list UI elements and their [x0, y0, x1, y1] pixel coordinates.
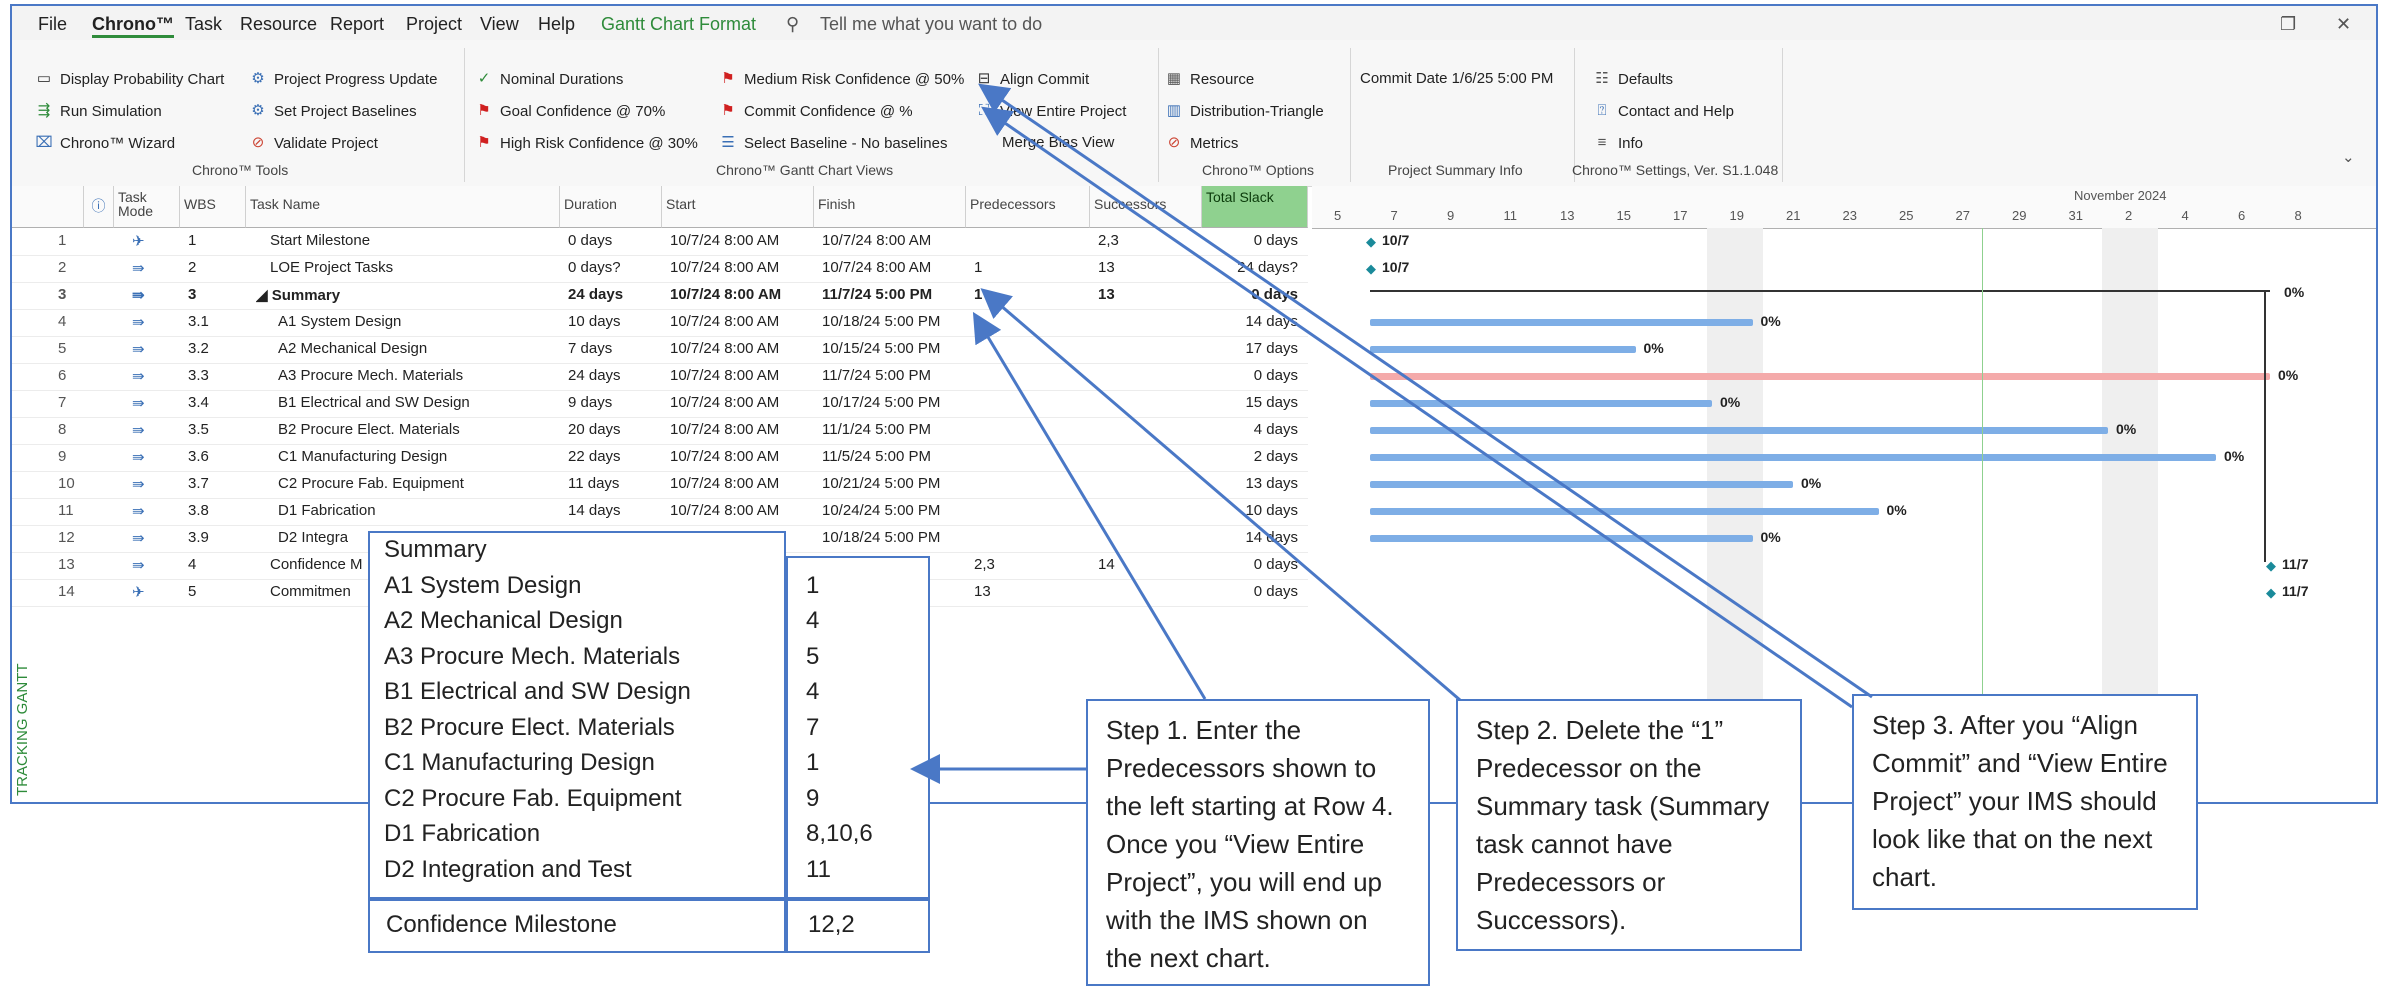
callout-arrows [910, 83, 1873, 784]
arrow-step3-to-align [978, 83, 1873, 699]
arrow-step2-to-summary-pred [980, 288, 1461, 702]
arrow-step1-to-row4 [972, 311, 1207, 700]
arrow-step3-to-view-entire [981, 106, 1853, 709]
